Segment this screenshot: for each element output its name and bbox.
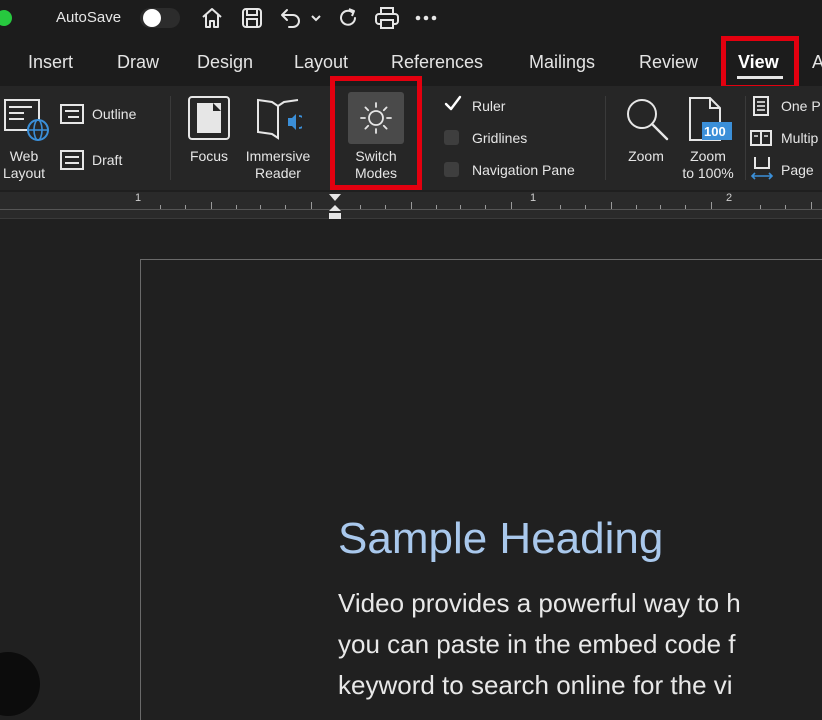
- one-page-label[interactable]: One P: [781, 98, 821, 115]
- tab-insert[interactable]: Insert: [28, 52, 73, 73]
- tab-design[interactable]: Design: [197, 52, 253, 73]
- document-heading[interactable]: Sample Heading: [338, 514, 663, 564]
- immersive-reader-icon[interactable]: [254, 96, 306, 147]
- toggle-knob: [143, 9, 161, 27]
- immersive-reader-line2: Reader: [255, 165, 301, 181]
- tab-references[interactable]: References: [391, 52, 483, 73]
- tab-mailings[interactable]: Mailings: [529, 52, 595, 73]
- title-bar: AutoSave: [0, 0, 822, 36]
- tab-layout[interactable]: Layout: [294, 52, 348, 73]
- immersive-reader-line1: Immersive: [245, 148, 311, 164]
- document-body-line[interactable]: you can paste in the embed code f: [338, 629, 736, 660]
- zoom-icon[interactable]: [624, 96, 670, 147]
- web-layout-icon[interactable]: [4, 98, 50, 147]
- autosave-label: AutoSave: [56, 9, 122, 26]
- horizontal-ruler[interactable]: 1 1 2: [0, 192, 822, 219]
- save-icon[interactable]: [238, 6, 266, 30]
- autosave-toggle[interactable]: [140, 8, 180, 28]
- more-icon[interactable]: [412, 6, 440, 30]
- zoom-100-line2: to 100%: [682, 165, 734, 181]
- web-layout-line2: Layout: [2, 165, 46, 181]
- gridlines-checkbox-label[interactable]: Gridlines: [472, 130, 527, 147]
- page-width-icon[interactable]: [750, 156, 774, 185]
- navigation-pane-checkbox[interactable]: [444, 162, 459, 177]
- document-body-line[interactable]: keyword to search online for the vi: [338, 670, 733, 701]
- multiple-pages-label[interactable]: Multip: [781, 130, 818, 147]
- switch-modes-highlight: [330, 76, 422, 190]
- navigation-pane-checkbox-label[interactable]: Navigation Pane: [472, 162, 575, 179]
- one-page-icon[interactable]: [752, 96, 770, 121]
- zoom-100-line1: Zoom: [690, 148, 726, 164]
- outline-label[interactable]: Outline: [92, 106, 136, 123]
- zoom-label[interactable]: Zoom: [620, 148, 672, 165]
- window-zoom-button[interactable]: [0, 10, 12, 26]
- multiple-pages-icon[interactable]: [750, 130, 772, 151]
- ribbon-divider: [745, 96, 746, 180]
- document-body-line[interactable]: Video provides a powerful way to h: [338, 588, 741, 619]
- draft-icon[interactable]: [60, 150, 84, 175]
- undo-icon[interactable]: [278, 6, 304, 30]
- ruler-baseline: [0, 209, 822, 210]
- checkmark-icon[interactable]: [443, 94, 463, 119]
- page-width-label[interactable]: Page: [781, 162, 814, 179]
- ruler-number: 2: [726, 192, 733, 204]
- focus-icon[interactable]: [188, 96, 230, 145]
- ruler-number: 1: [530, 192, 537, 204]
- zoom-100-label[interactable]: Zoom to 100%: [672, 148, 744, 182]
- outline-icon[interactable]: [60, 104, 84, 129]
- immersive-reader-label[interactable]: Immersive Reader: [238, 148, 318, 182]
- home-icon[interactable]: [198, 6, 226, 30]
- gridlines-checkbox[interactable]: [444, 130, 459, 145]
- ruler-number: 1: [135, 192, 142, 204]
- web-layout-label[interactable]: Web Layout: [0, 148, 48, 182]
- print-icon[interactable]: [372, 6, 402, 30]
- tab-draw[interactable]: Draw: [117, 52, 159, 73]
- view-tab-highlight: [721, 36, 799, 90]
- redo-icon[interactable]: [334, 6, 362, 30]
- zoom-100-icon[interactable]: [688, 96, 732, 147]
- web-layout-line1: Web: [9, 148, 39, 164]
- tab-review[interactable]: Review: [639, 52, 698, 73]
- draft-label[interactable]: Draft: [92, 152, 122, 169]
- chevron-down-icon[interactable]: [308, 6, 324, 30]
- tab-overflow[interactable]: A: [812, 52, 822, 73]
- zoom-100-badge: 100: [704, 124, 726, 139]
- ribbon-divider: [170, 96, 171, 180]
- ribbon-divider: [605, 96, 606, 180]
- ruler-checkbox-label[interactable]: Ruler: [472, 98, 505, 115]
- focus-label[interactable]: Focus: [184, 148, 234, 165]
